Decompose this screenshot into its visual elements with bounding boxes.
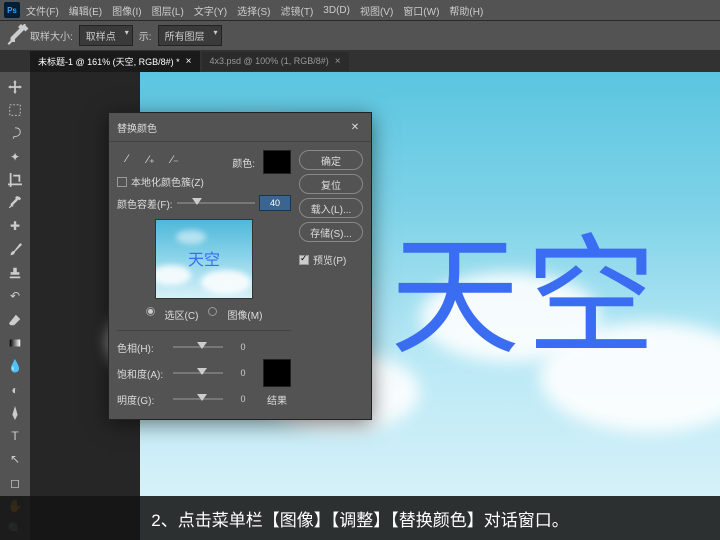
close-icon[interactable]: × — [335, 56, 341, 67]
toolbox: ✦ ✚ ↶ 💧 ◐ T ↖ ◻ ✋ 🔍 — [0, 72, 30, 540]
gradient-tool[interactable] — [3, 332, 27, 353]
preview-label: 预览(P) — [313, 252, 346, 267]
show-dropdown[interactable]: 所有图层 — [158, 25, 222, 46]
crop-tool[interactable] — [3, 169, 27, 190]
stamp-tool[interactable] — [3, 262, 27, 283]
wand-tool[interactable]: ✦ — [3, 146, 27, 167]
fuzziness-label: 颜色容差(F): — [117, 196, 173, 211]
fuzziness-input[interactable]: 40 — [259, 195, 291, 211]
hue-slider[interactable] — [173, 346, 223, 348]
menu-window[interactable]: 窗口(W) — [403, 3, 439, 18]
selection-label: 选区(C) — [165, 307, 199, 322]
eyedropper-tool[interactable] — [3, 192, 27, 213]
move-tool[interactable] — [3, 76, 27, 97]
pen-tool[interactable] — [3, 402, 27, 423]
tab-label: 4x3.psd @ 100% (1, RGB/8#) — [210, 56, 329, 66]
menu-image[interactable]: 图像(I) — [112, 3, 141, 18]
dodge-tool[interactable]: ◐ — [3, 379, 27, 400]
image-label: 图像(M) — [227, 307, 262, 322]
eyedropper-icon — [6, 24, 30, 48]
shape-tool[interactable]: ◻ — [3, 472, 27, 493]
cancel-button[interactable]: 复位 — [299, 174, 363, 194]
tutorial-caption: 2、点击菜单栏【图像】【调整】【替换颜色】对话窗口。 — [0, 496, 720, 540]
light-input[interactable]: 0 — [227, 391, 259, 407]
history-brush-tool[interactable]: ↶ — [3, 286, 27, 307]
menubar: Ps 文件(F) 编辑(E) 图像(I) 图层(L) 文字(Y) 选择(S) 滤… — [0, 0, 720, 20]
healing-tool[interactable]: ✚ — [3, 216, 27, 237]
close-button[interactable]: ✕ — [347, 119, 363, 135]
eraser-tool[interactable] — [3, 309, 27, 330]
dialog-title: 替换颜色 — [117, 120, 157, 135]
menu-edit[interactable]: 编辑(E) — [69, 3, 102, 18]
hue-input[interactable]: 0 — [227, 339, 259, 355]
tab-doc1[interactable]: 未标题-1 @ 161% (天空, RGB/8#) * × — [30, 51, 200, 72]
save-button[interactable]: 存储(S)... — [299, 222, 363, 242]
load-button[interactable]: 载入(L)... — [299, 198, 363, 218]
preview-checkbox[interactable] — [299, 255, 309, 265]
image-radio[interactable] — [208, 307, 217, 316]
menu-filter[interactable]: 滤镜(T) — [281, 3, 314, 18]
options-bar: 取样大小: 取样点 示: 所有图层 — [0, 20, 720, 50]
eyedropper-icon[interactable]: ⁄ — [117, 150, 137, 168]
localized-checkbox[interactable] — [117, 177, 127, 187]
blur-tool[interactable]: 💧 — [3, 356, 27, 377]
selection-radio[interactable] — [146, 307, 155, 316]
marquee-tool[interactable] — [3, 99, 27, 120]
sample-size-label: 取样大小: — [30, 28, 73, 43]
show-label: 示: — [139, 28, 152, 43]
sample-size-dropdown[interactable]: 取样点 — [79, 25, 133, 46]
menu-text[interactable]: 文字(Y) — [194, 3, 227, 18]
menu-file[interactable]: 文件(F) — [26, 3, 59, 18]
preview-thumbnail[interactable]: 天空 — [155, 219, 253, 299]
eyedropper-minus-icon[interactable]: ⁄₋ — [165, 150, 185, 168]
brush-tool[interactable] — [3, 239, 27, 260]
menu-layer[interactable]: 图层(L) — [152, 3, 184, 18]
menu-3d[interactable]: 3D(D) — [323, 5, 350, 16]
sky-text-layer: 天空 — [390, 192, 662, 380]
result-swatch[interactable] — [263, 359, 291, 387]
menu-help[interactable]: 帮助(H) — [449, 3, 483, 18]
light-slider[interactable] — [173, 398, 223, 400]
fuzziness-slider[interactable] — [177, 202, 255, 204]
sat-slider[interactable] — [173, 372, 223, 374]
lasso-tool[interactable] — [3, 123, 27, 144]
document-tabs: 未标题-1 @ 161% (天空, RGB/8#) * × 4x3.psd @ … — [0, 50, 720, 72]
color-swatch[interactable] — [263, 150, 291, 174]
result-label: 结果 — [263, 392, 291, 407]
light-label: 明度(G): — [117, 392, 169, 407]
hue-label: 色相(H): — [117, 340, 169, 355]
path-tool[interactable]: ↖ — [3, 449, 27, 470]
close-icon[interactable]: × — [186, 56, 192, 67]
type-tool[interactable]: T — [3, 425, 27, 446]
replace-color-dialog: 替换颜色 ✕ ⁄ ⁄₊ ⁄₋ 颜色: 本地化颜色簇(Z) 颜色容差(F): — [108, 112, 372, 420]
menu-view[interactable]: 视图(V) — [360, 3, 393, 18]
menu-select[interactable]: 选择(S) — [237, 3, 270, 18]
app-logo: Ps — [4, 2, 20, 18]
color-label: 颜色: — [232, 155, 255, 170]
tab-label: 未标题-1 @ 161% (天空, RGB/8#) * — [38, 55, 180, 68]
eyedropper-plus-icon[interactable]: ⁄₊ — [141, 150, 161, 168]
preview-text: 天空 — [156, 246, 252, 270]
ok-button[interactable]: 确定 — [299, 150, 363, 170]
localized-label: 本地化颜色簇(Z) — [131, 174, 204, 189]
tab-doc2[interactable]: 4x3.psd @ 100% (1, RGB/8#) × — [202, 52, 349, 71]
sat-label: 饱和度(A): — [117, 366, 169, 381]
sat-input[interactable]: 0 — [227, 365, 259, 381]
